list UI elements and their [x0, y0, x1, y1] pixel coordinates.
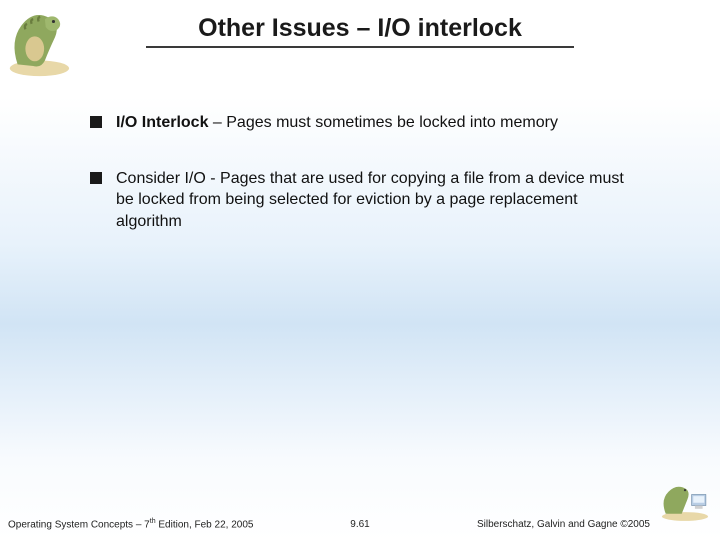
title-underline: [146, 46, 574, 48]
content-area: I/O Interlock – Pages must sometimes be …: [90, 112, 630, 266]
bullet-text: Consider I/O - Pages that are used for c…: [116, 168, 630, 233]
bullet-item: I/O Interlock – Pages must sometimes be …: [90, 112, 630, 134]
dinosaur-logo-bottom-right: [656, 478, 714, 522]
square-bullet-icon: [90, 116, 102, 128]
slide: Other Issues – I/O interlock I/O Interlo…: [0, 0, 720, 540]
slide-title: Other Issues – I/O interlock: [0, 14, 720, 43]
bullet-rest: – Pages must sometimes be locked into me…: [208, 114, 557, 131]
bullet-item: Consider I/O - Pages that are used for c…: [90, 168, 630, 233]
bullet-text: I/O Interlock – Pages must sometimes be …: [116, 112, 558, 134]
bullet-rest: Consider I/O - Pages that are used for c…: [116, 170, 624, 230]
square-bullet-icon: [90, 172, 102, 184]
bullet-bold: I/O Interlock: [116, 114, 208, 131]
footer-center: 9.61: [0, 519, 720, 530]
